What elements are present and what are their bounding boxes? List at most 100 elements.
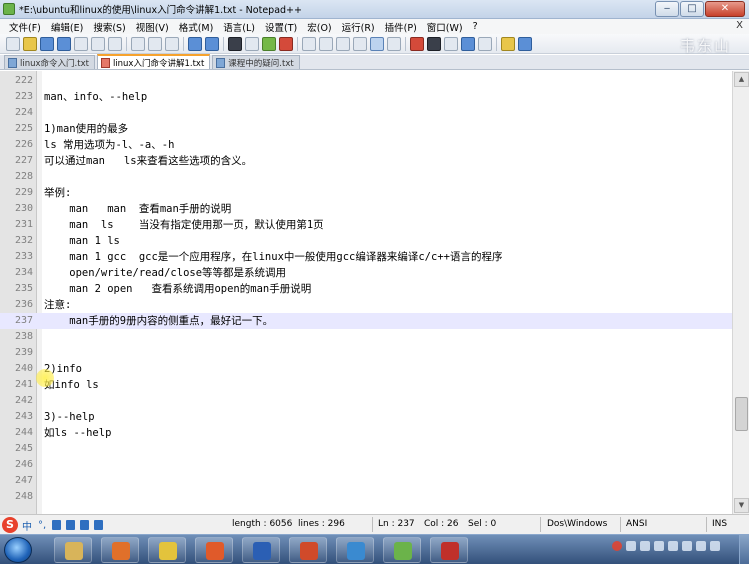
security-icon[interactable] [682, 541, 692, 551]
redo-icon[interactable] [205, 36, 219, 51]
editor-line[interactable]: 243 3)--help [0, 409, 732, 425]
editor-line[interactable]: 246 [0, 457, 732, 473]
record-macro-icon[interactable] [410, 36, 424, 51]
editor-line[interactable]: 240 2)info [0, 361, 732, 377]
menu-view[interactable]: 视图(V) [131, 20, 174, 34]
editor-line[interactable]: 225 1)man使用的最多 [0, 121, 732, 137]
editor-line[interactable]: 231 man ls 当没有指定使用那一页，默认使用第1页 [0, 217, 732, 233]
editor-line[interactable]: 228 [0, 169, 732, 185]
editor-line[interactable]: 224 [0, 105, 732, 121]
ime-language-toggle[interactable]: 中 [22, 518, 32, 533]
replace-icon[interactable] [245, 36, 259, 51]
editor-line[interactable]: 234 open/write/read/close等等都是系统调用 [0, 265, 732, 281]
playback-macro-icon[interactable] [444, 36, 458, 51]
close-document-button[interactable]: X [736, 20, 743, 31]
close-all-icon[interactable] [91, 36, 105, 51]
cut-icon[interactable] [131, 36, 145, 51]
tab-course-questions[interactable]: 课程中的疑问.txt [212, 55, 300, 69]
vertical-scrollbar[interactable]: ▲ ▼ [732, 71, 749, 514]
save-all-icon[interactable] [57, 36, 71, 51]
zoom-in-icon[interactable] [262, 36, 276, 51]
start-button[interactable] [4, 537, 32, 563]
notepadpp-app-icon[interactable] [3, 3, 15, 15]
menu-format[interactable]: 格式(M) [174, 20, 219, 34]
run-macro-multiple-icon[interactable] [461, 36, 475, 51]
zoom-out-icon[interactable] [279, 36, 293, 51]
menu-plugins[interactable]: 插件(P) [380, 20, 422, 34]
copy-icon[interactable] [148, 36, 162, 51]
editor-line[interactable]: 233 man 1 gcc gcc是一个应用程序，在linux中一般使用gcc编… [0, 249, 732, 265]
plugin-icon[interactable] [518, 36, 532, 51]
editor-line[interactable]: 248 [0, 489, 732, 505]
keyboard-icon[interactable] [66, 520, 76, 530]
show-all-characters-icon[interactable] [353, 36, 367, 51]
taskbar-button-file-explorer[interactable] [54, 537, 92, 563]
editor-line[interactable]: 235 man 2 open 查看系统调用open的man手册说明 [0, 281, 732, 297]
sync-vertical-icon[interactable] [302, 36, 316, 51]
scrollbar-thumb[interactable] [735, 397, 748, 431]
paste-icon[interactable] [165, 36, 179, 51]
show-desktop-button[interactable] [739, 535, 749, 564]
display-icon[interactable] [654, 541, 664, 551]
editor-line[interactable]: 239 [0, 345, 732, 361]
open-file-icon[interactable] [23, 36, 37, 51]
sogou-tray-icon[interactable] [612, 541, 622, 551]
editor-line[interactable]: 227 可以通过man ls来查看这些选项的含义。 [0, 153, 732, 169]
find-icon[interactable] [228, 36, 242, 51]
stop-recording-icon[interactable] [427, 36, 441, 51]
microphone-icon[interactable] [52, 520, 62, 530]
taskbar-button-notepadpp[interactable] [383, 537, 421, 563]
menu-edit[interactable]: 编辑(E) [46, 20, 88, 34]
usb-icon[interactable] [668, 541, 678, 551]
undo-icon[interactable] [188, 36, 202, 51]
editor-line[interactable]: 223 man、info、--help [0, 89, 732, 105]
volume-icon[interactable] [696, 541, 706, 551]
editor-line[interactable]: 237 man手册的9册内容的侧重点，最好记一下。 [0, 313, 732, 329]
minimize-button[interactable]: ‒ [655, 1, 679, 17]
editor-line[interactable]: 236 注意: [0, 297, 732, 313]
text-editor[interactable]: 222 223 man、info、--help 224 225 1)man使用的最多 226… [0, 71, 732, 514]
tab-linux-commands-lesson1[interactable]: linux入门命令讲解1.txt [96, 54, 211, 69]
editor-line[interactable]: 241 如info ls [0, 377, 732, 393]
sogou-ime-icon[interactable]: S [2, 517, 18, 533]
menu-help[interactable]: ? [468, 21, 483, 32]
action-center-icon[interactable] [626, 541, 636, 551]
maximize-button[interactable]: □ [680, 1, 704, 17]
close-button[interactable]: ✕ [705, 1, 745, 17]
ime-toolbar[interactable]: S 中 °, [0, 515, 142, 535]
input-icon[interactable] [710, 541, 720, 551]
taskbar-button-recorder[interactable] [430, 537, 468, 563]
editor-line[interactable]: 247 [0, 473, 732, 489]
word-wrap-icon[interactable] [336, 36, 350, 51]
document-map-icon[interactable] [387, 36, 401, 51]
editor-line[interactable]: 222 [0, 73, 732, 89]
editor-line[interactable]: 238 [0, 329, 732, 345]
sync-horizontal-icon[interactable] [319, 36, 333, 51]
taskbar-button-pdf-reader[interactable] [195, 537, 233, 563]
save-macro-icon[interactable] [478, 36, 492, 51]
skin-icon[interactable] [80, 520, 90, 530]
editor-line[interactable]: 244 如ls --help [0, 425, 732, 441]
print-icon[interactable] [108, 36, 122, 51]
taskbar-button-paint[interactable] [148, 537, 186, 563]
menu-window[interactable]: 窗口(W) [422, 20, 468, 34]
menu-file[interactable]: 文件(F) [4, 20, 46, 34]
scroll-down-button[interactable]: ▼ [734, 498, 749, 513]
menu-macro[interactable]: 宏(O) [302, 20, 336, 34]
menu-run[interactable]: 运行(R) [337, 20, 380, 34]
save-icon[interactable] [40, 36, 54, 51]
tab-linux-commands-intro[interactable]: linux命令入门.txt [4, 55, 95, 69]
spell-check-icon[interactable] [501, 36, 515, 51]
close-file-icon[interactable] [74, 36, 88, 51]
ime-punctuation-toggle[interactable]: °, [38, 520, 46, 531]
tools-icon[interactable] [94, 520, 104, 530]
editor-line[interactable]: 242 [0, 393, 732, 409]
indent-guide-icon[interactable] [370, 36, 384, 51]
taskbar-button-firefox[interactable] [101, 537, 139, 563]
editor-line[interactable]: 226 ls 常用选项为-l、-a、-h [0, 137, 732, 153]
editor-line[interactable]: 232 man 1 ls [0, 233, 732, 249]
editor-line[interactable]: 230 man man 查看man手册的说明 [0, 201, 732, 217]
menu-language[interactable]: 语言(L) [218, 20, 260, 34]
editor-line[interactable]: 245 [0, 441, 732, 457]
network-icon[interactable] [640, 541, 650, 551]
